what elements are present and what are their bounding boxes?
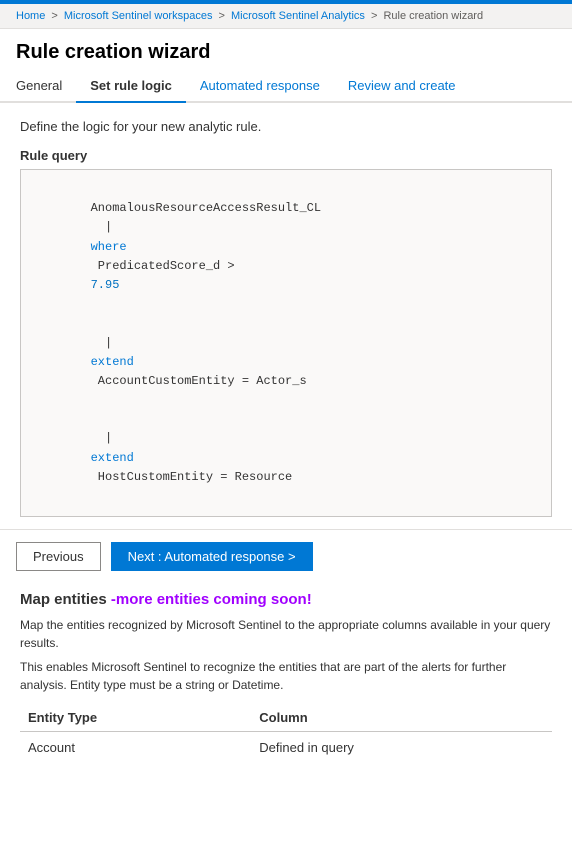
breadcrumb-sentinel-analytics[interactable]: Microsoft Sentinel Analytics [231,10,365,22]
map-entities-coming-soon: -more entities coming soon! [111,591,312,608]
next-button[interactable]: Next : Automated response > [111,542,313,571]
previous-button[interactable]: Previous [16,542,101,571]
tab-set-rule-logic[interactable]: Set rule logic [76,70,186,103]
query-line-1: AnomalousResourceAccessResult_CL | where… [33,180,539,314]
tab-general[interactable]: General [16,70,76,103]
map-entities-desc-2: This enables Microsoft Sentinel to recog… [20,658,552,694]
map-entities-section: Map entities -more entities coming soon!… [20,576,552,763]
column-header: Column [251,704,552,732]
column-cell: Defined in query [251,732,552,764]
entity-table: Entity Type Column Account Defined in qu… [20,704,552,763]
tabs-container: General Set rule logic Automated respons… [0,70,572,103]
main-content: Define the logic for your new analytic r… [0,103,572,789]
breadcrumb-sentinel-workspaces[interactable]: Microsoft Sentinel workspaces [64,10,213,22]
query-box[interactable]: AnomalousResourceAccessResult_CL | where… [20,169,552,517]
entity-type-header: Entity Type [20,704,251,732]
rule-query-label: Rule query [20,148,552,163]
table-row: Account Defined in query [20,732,552,764]
breadcrumb-current: Rule creation wizard [383,10,483,22]
breadcrumb-sep-3: > [371,10,380,22]
breadcrumb-sep-2: > [219,10,228,22]
map-entities-desc-1: Map the entities recognized by Microsoft… [20,616,552,652]
footer: Previous Next : Automated response > [0,529,572,583]
tab-review-and-create[interactable]: Review and create [334,70,470,103]
entity-type-cell: Account [20,732,251,764]
breadcrumb: Home > Microsoft Sentinel workspaces > M… [0,4,572,29]
map-entities-title: Map entities -more entities coming soon! [20,591,552,608]
tab-automated-response[interactable]: Automated response [186,70,334,103]
page-title: Rule creation wizard [0,29,572,70]
map-entities-title-prefix: Map entities [20,591,111,608]
breadcrumb-sep-1: > [51,10,60,22]
section-description: Define the logic for your new analytic r… [20,119,552,134]
breadcrumb-home[interactable]: Home [16,10,45,22]
query-line-3: | extend HostCustomEntity = Resource [33,410,539,506]
query-line-2: | extend AccountCustomEntity = Actor_s [33,314,539,410]
